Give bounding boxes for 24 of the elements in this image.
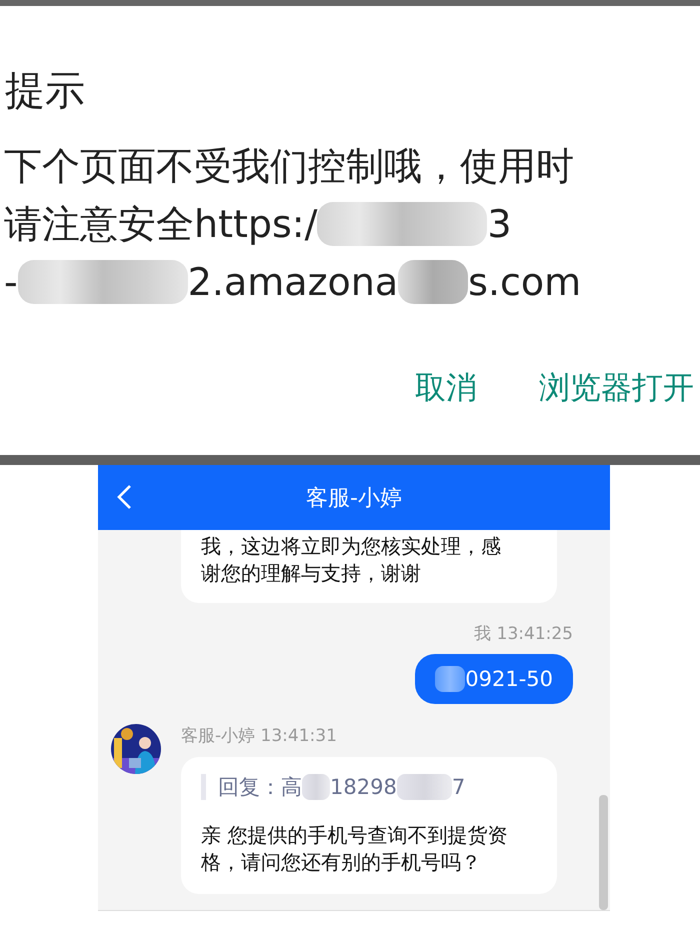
open-browser-button[interactable]: 浏览器打开 bbox=[539, 363, 694, 413]
dialog-message: 下个页面不受我们控制哦，使用时 bbox=[4, 143, 574, 190]
scrollbar[interactable] bbox=[599, 795, 608, 910]
dialog-message: 3 bbox=[487, 201, 512, 248]
redaction-mark bbox=[302, 774, 330, 800]
message-time: 我 13:41:25 bbox=[474, 623, 573, 646]
redaction-mark bbox=[398, 260, 468, 304]
message-text: 0921-50 bbox=[465, 667, 553, 691]
chat-title: 客服-小婷 bbox=[306, 484, 402, 512]
back-icon[interactable] bbox=[116, 484, 132, 510]
dialog-message: 2.amazona bbox=[188, 259, 398, 306]
sender-name-time: 客服-小婷 13:41:31 bbox=[181, 725, 338, 748]
cancel-button[interactable]: 取消 bbox=[415, 363, 477, 413]
dialog-message: s.com bbox=[468, 259, 582, 306]
message-text: 亲 您提供的手机号查询不到提货资 格，请问您还有别的手机号吗？ bbox=[201, 822, 508, 876]
quoted-reply: 回复：高 bbox=[218, 774, 302, 800]
redaction-mark bbox=[396, 774, 452, 800]
dialog-title: 提示 bbox=[4, 67, 86, 116]
dialog-message: 请注意安全https:/ bbox=[4, 201, 318, 248]
redaction-mark bbox=[435, 666, 466, 692]
quoted-reply: 18298 bbox=[330, 774, 397, 800]
dialog-message: - bbox=[4, 259, 18, 306]
quoted-reply: 7 bbox=[452, 774, 466, 800]
message-text: 我，这边将立即为您核实处理，感 谢您的理解与支持，谢谢 bbox=[201, 533, 502, 587]
